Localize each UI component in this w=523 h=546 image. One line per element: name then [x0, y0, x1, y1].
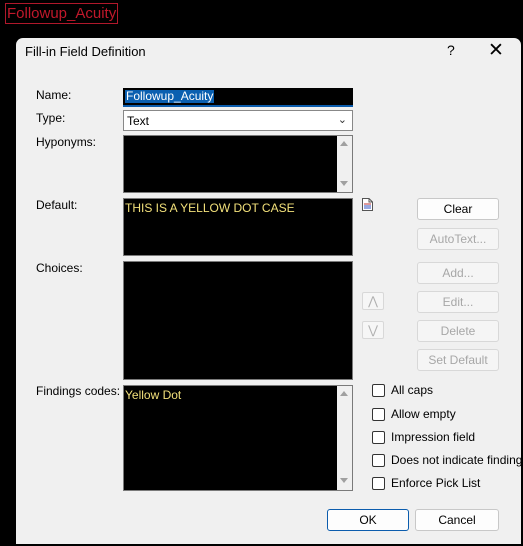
scroll-down-icon[interactable] [340, 181, 348, 186]
default-label: Default: [36, 198, 78, 212]
document-icon[interactable] [362, 198, 373, 211]
add-button[interactable]: Add... [417, 262, 499, 284]
name-label: Name: [36, 88, 72, 102]
move-up-button[interactable]: ⋀ [362, 292, 384, 310]
type-label: Type: [36, 111, 66, 125]
hyponyms-label: Hyponyms: [36, 135, 97, 149]
findings-codes-textarea[interactable]: Yellow Dot [123, 385, 353, 491]
move-down-button[interactable]: ⋁ [362, 321, 384, 339]
checkbox-label: Does not indicate findings [391, 453, 523, 467]
ok-button[interactable]: OK [327, 509, 409, 531]
fill-in-field-dialog: Fill-in Field Definition ? ✕ Name: Follo… [16, 38, 523, 544]
help-icon[interactable]: ? [447, 42, 455, 58]
default-textarea[interactable]: THIS IS A YELLOW DOT CASE [123, 198, 353, 256]
window-tab-title[interactable]: Followup_Acuity [5, 3, 119, 24]
checkbox-box[interactable] [372, 431, 385, 444]
set-default-button[interactable]: Set Default [417, 349, 499, 371]
checkbox-label: All caps [391, 383, 434, 397]
cancel-button[interactable]: Cancel [415, 509, 499, 531]
checkbox-box[interactable] [372, 384, 385, 397]
checkbox-label: Enforce Pick List [391, 476, 481, 490]
edit-button[interactable]: Edit... [417, 291, 499, 313]
delete-button[interactable]: Delete [417, 320, 499, 342]
findings-codes-value: Yellow Dot [125, 388, 182, 402]
checkbox-box[interactable] [372, 454, 385, 467]
scroll-up-icon[interactable] [340, 141, 348, 146]
default-value: THIS IS A YELLOW DOT CASE [125, 201, 295, 215]
type-select-value: Text [127, 114, 150, 128]
choices-list[interactable] [123, 261, 353, 380]
name-field-value: Followup_Acuity [125, 89, 215, 103]
scroll-up-icon[interactable] [340, 391, 348, 396]
autotext-button[interactable]: AutoText... [417, 228, 499, 250]
scroll-down-icon[interactable] [340, 478, 348, 483]
chevron-down-icon: ⌄ [337, 114, 347, 126]
choices-label: Choices: [36, 261, 83, 275]
name-field[interactable]: Followup_Acuity [123, 88, 353, 107]
checkbox-box[interactable] [372, 477, 385, 490]
checkbox-label: Allow empty [391, 407, 456, 421]
type-select[interactable]: Text ⌄ [123, 110, 353, 131]
hyponyms-textarea[interactable] [123, 135, 353, 193]
clear-button[interactable]: Clear [417, 198, 499, 220]
checkbox-label: Impression field [391, 430, 476, 444]
hyponyms-scrollbar[interactable] [337, 136, 352, 192]
close-icon[interactable]: ✕ [488, 39, 504, 62]
findings-scrollbar[interactable] [337, 386, 352, 490]
checkbox-box[interactable] [372, 408, 385, 421]
findings-codes-label: Findings codes: [36, 384, 121, 398]
dialog-title: Fill-in Field Definition [25, 44, 146, 59]
